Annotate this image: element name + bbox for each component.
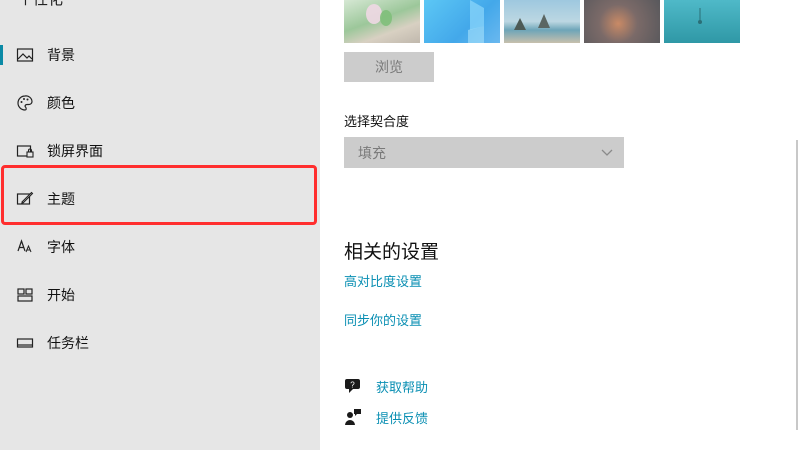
palette-icon xyxy=(16,94,34,112)
fit-label: 选择契合度 xyxy=(344,115,410,130)
main-content: 浏览 选择契合度 填充 相关的设置 高对比度设置 同步你的设置 ? 获取帮助 提… xyxy=(320,0,800,450)
lock-screen-icon xyxy=(16,142,34,160)
fit-dropdown-value: 填充 xyxy=(358,145,386,162)
svg-text:?: ? xyxy=(350,381,355,390)
related-settings-title: 相关的设置 xyxy=(344,241,440,263)
wallpaper-thumb-4[interactable] xyxy=(584,0,660,43)
sidebar-item-colors[interactable]: 颜色 xyxy=(0,83,320,123)
feedback-person-icon xyxy=(344,408,362,426)
highlight-annotation-box xyxy=(1,165,317,225)
help-chat-icon: ? xyxy=(344,377,362,395)
sidebar-item-label: 开始 xyxy=(47,288,75,304)
chevron-down-icon xyxy=(600,145,614,159)
font-icon xyxy=(16,238,34,256)
sidebar-item-label: 任务栏 xyxy=(47,336,89,352)
sidebar-item-label: 锁屏界面 xyxy=(47,144,103,160)
wallpaper-thumb-5[interactable] xyxy=(664,0,740,43)
sidebar-item-background[interactable]: 背景 xyxy=(0,35,320,75)
sidebar: 个性化 背景 颜色 锁屏界面 主题 字体 开始 xyxy=(0,0,320,450)
browse-button[interactable]: 浏览 xyxy=(344,52,434,82)
start-menu-icon xyxy=(16,286,34,304)
sidebar-item-start[interactable]: 开始 xyxy=(0,275,320,315)
wallpaper-thumb-1[interactable] xyxy=(344,0,420,43)
sync-settings-link[interactable]: 同步你的设置 xyxy=(344,310,422,329)
taskbar-icon xyxy=(16,334,34,352)
get-help-link[interactable]: ? 获取帮助 xyxy=(344,376,428,396)
get-help-label: 获取帮助 xyxy=(376,380,429,396)
feedback-link[interactable]: 提供反馈 xyxy=(344,407,428,427)
wallpaper-thumb-3[interactable] xyxy=(504,0,580,43)
sidebar-item-label: 颜色 xyxy=(47,96,75,112)
sidebar-item-label: 字体 xyxy=(47,240,75,256)
wallpaper-thumb-2[interactable] xyxy=(424,0,500,43)
sidebar-item-label: 背景 xyxy=(47,48,75,64)
fit-dropdown[interactable]: 填充 xyxy=(344,137,624,168)
feedback-label: 提供反馈 xyxy=(376,411,429,427)
window-title: 个性化 xyxy=(18,0,63,9)
picture-icon xyxy=(16,46,34,64)
scrollbar[interactable] xyxy=(796,140,798,430)
sidebar-item-taskbar[interactable]: 任务栏 xyxy=(0,323,320,363)
high-contrast-settings-link[interactable]: 高对比度设置 xyxy=(344,271,422,290)
sidebar-item-fonts[interactable]: 字体 xyxy=(0,227,320,267)
